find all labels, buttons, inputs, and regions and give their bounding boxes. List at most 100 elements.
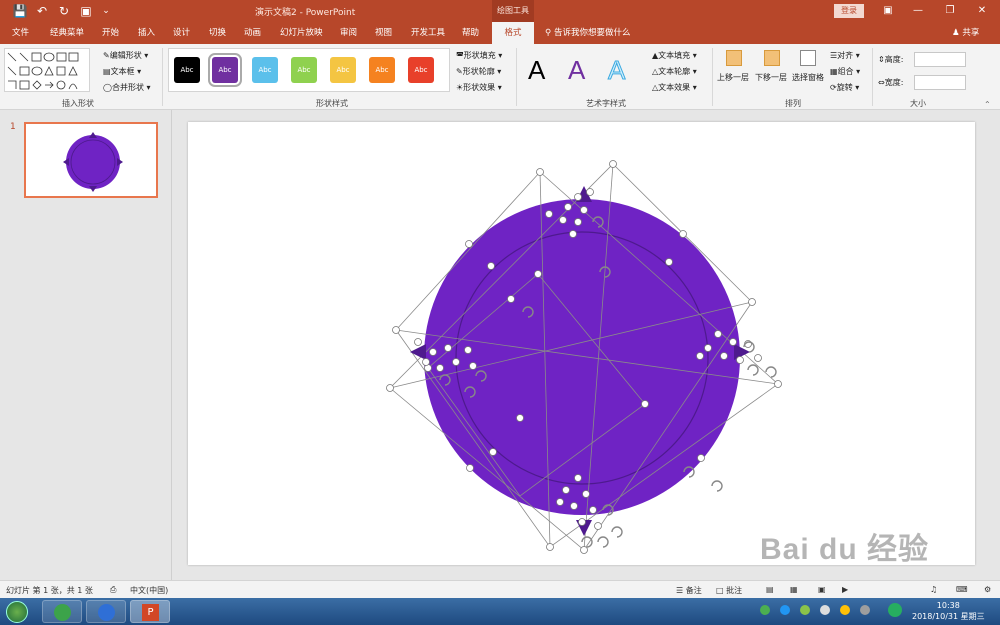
- sorter-view-icon[interactable]: ▦: [790, 585, 798, 594]
- edit-shape-button[interactable]: ✎编辑形状 ▾: [103, 50, 148, 61]
- tray-icon[interactable]: [780, 605, 790, 615]
- save-icon[interactable]: 💾: [12, 3, 28, 19]
- keyboard-icon[interactable]: ⌨: [956, 585, 968, 594]
- slideshow-view-icon[interactable]: ▶: [842, 585, 848, 594]
- shape-effects-button[interactable]: ☀形状效果 ▾: [456, 82, 502, 93]
- slide-thumbnail-pane: 1: [0, 110, 172, 580]
- slide-thumbnail[interactable]: [24, 122, 158, 198]
- drawing-tools-label: 绘图工具: [492, 0, 534, 22]
- reading-view-icon[interactable]: ▣: [818, 585, 826, 594]
- merge-shapes-icon: ◯: [103, 83, 112, 92]
- shape-style-swatch[interactable]: Abc: [291, 57, 317, 83]
- browser-icon: [54, 604, 71, 621]
- shape-style-swatch[interactable]: Abc: [174, 57, 200, 83]
- ribbon-tabs: 文件 经典菜单 开始 插入 设计 切换 动画 幻灯片放映 审阅 视图 开发工具 …: [0, 22, 1000, 44]
- share-button[interactable]: ♟ 共享: [952, 26, 979, 38]
- wordart-style-outline[interactable]: A: [607, 55, 625, 86]
- height-input[interactable]: [914, 52, 966, 67]
- search-icon: ⚲: [545, 28, 554, 38]
- text-effects-button[interactable]: △文本效果 ▾: [652, 82, 697, 93]
- shape-gallery[interactable]: [4, 48, 90, 92]
- wordart-group-label: 艺术字样式: [586, 99, 626, 108]
- tab-developer[interactable]: 开发工具: [411, 26, 445, 38]
- powerpoint-taskbar-icon[interactable]: P: [130, 600, 170, 623]
- text-fill-button[interactable]: ▲文本填充 ▾: [652, 50, 697, 61]
- divider: [516, 48, 517, 106]
- tab-help[interactable]: 帮助: [462, 26, 479, 38]
- align-label: 对齐: [837, 51, 854, 60]
- wordart-style-black[interactable]: A: [528, 55, 545, 85]
- divider: [712, 48, 713, 106]
- security-icon[interactable]: [888, 603, 902, 617]
- notification-icon[interactable]: [820, 605, 830, 615]
- status-bar: 幻灯片 第 1 张，共 1 张 ⎙ 中文(中国) ☰ 备注 □ 批注 ▤ ▦ ▣…: [0, 580, 1000, 598]
- tab-transitions[interactable]: 切换: [209, 26, 226, 38]
- tab-insert[interactable]: 插入: [138, 26, 155, 38]
- tray-icon[interactable]: [760, 605, 770, 615]
- shape-style-swatch[interactable]: Abc: [252, 57, 278, 83]
- shape-style-swatch[interactable]: Abc: [330, 57, 356, 83]
- system-clock[interactable]: 10:38 2018/10/31 星期三: [912, 600, 985, 622]
- merge-shapes-button[interactable]: ◯合并形状 ▾: [103, 82, 151, 93]
- undo-icon[interactable]: ↶: [34, 3, 50, 19]
- merge-shapes-label: 合并形状: [111, 83, 144, 92]
- slide-number: 1: [10, 122, 16, 132]
- bring-forward-button[interactable]: 上移一层: [717, 72, 749, 83]
- tab-home[interactable]: 开始: [102, 26, 119, 38]
- redo-icon[interactable]: ↻: [56, 3, 72, 19]
- tell-me-search[interactable]: ⚲ 告诉我你想要做什么: [545, 26, 630, 38]
- text-box-button[interactable]: ▤文本框 ▾: [103, 66, 141, 77]
- speaker-icon[interactable]: ♫: [930, 585, 937, 594]
- shape-style-swatch[interactable]: Abc: [408, 57, 434, 83]
- selection-pane-button[interactable]: 选择窗格: [792, 72, 824, 83]
- ribbon-display-icon[interactable]: ▣: [878, 3, 898, 19]
- shape-style-swatch[interactable]: Abc: [369, 57, 395, 83]
- browser-taskbar-icon[interactable]: [42, 600, 82, 623]
- rotate-button[interactable]: ⟳旋转 ▾: [830, 82, 859, 93]
- minimize-icon[interactable]: —: [908, 3, 928, 19]
- customize-icon[interactable]: ⌄: [98, 3, 114, 19]
- tab-animations[interactable]: 动画: [244, 26, 261, 38]
- collapse-ribbon-icon[interactable]: ⌃: [984, 100, 991, 109]
- shape-style-swatch[interactable]: Abc: [208, 53, 242, 87]
- width-input[interactable]: [914, 75, 966, 90]
- tray-icon[interactable]: [840, 605, 850, 615]
- tab-classic-menu[interactable]: 经典菜单: [50, 26, 84, 38]
- presenter-icon[interactable]: ▣: [78, 3, 94, 19]
- restore-icon[interactable]: ❐: [940, 3, 960, 19]
- shape-fill-button[interactable]: ◚形状填充 ▾: [456, 50, 502, 61]
- ribbon: ✎编辑形状 ▾ ▤文本框 ▾ ◯合并形状 ▾ 插入形状 Abc Abc Abc …: [0, 44, 1000, 110]
- shape-gallery-icons: [7, 52, 79, 90]
- tab-slideshow[interactable]: 幻灯片放映: [280, 26, 323, 38]
- wordart-style-purple[interactable]: A: [568, 55, 585, 85]
- start-button[interactable]: [6, 601, 28, 623]
- spellcheck-icon[interactable]: ⎙: [110, 585, 116, 595]
- group-button[interactable]: ▦组合 ▾: [830, 66, 860, 77]
- slide-canvas[interactable]: [188, 122, 975, 565]
- text-box-label: 文本框: [110, 67, 135, 76]
- settings-icon[interactable]: ⚙: [984, 585, 991, 594]
- selection-pane-icon: [800, 50, 816, 66]
- tab-design[interactable]: 设计: [173, 26, 190, 38]
- powerpoint-window: 💾 ↶ ↻ ▣ ⌄ 演示文稿2 - PowerPoint 绘图工具 登录 ▣ —…: [0, 0, 1000, 625]
- language-indicator[interactable]: 中文(中国): [130, 585, 168, 596]
- align-button[interactable]: ☰对齐 ▾: [830, 50, 860, 61]
- normal-view-icon[interactable]: ▤: [766, 585, 774, 594]
- send-backward-button[interactable]: 下移一层: [755, 72, 787, 83]
- tray-icon[interactable]: [800, 605, 810, 615]
- login-button[interactable]: 登录: [834, 4, 864, 18]
- share-label: 共享: [962, 28, 980, 38]
- tab-format[interactable]: 格式: [492, 22, 534, 44]
- close-icon[interactable]: ✕: [972, 3, 992, 19]
- tab-file[interactable]: 文件: [12, 26, 29, 38]
- shape-outline-button[interactable]: ✎形状轮廓 ▾: [456, 66, 501, 77]
- height-label: ⇕高度:: [878, 54, 903, 65]
- text-outline-button[interactable]: △文本轮廓 ▾: [652, 66, 697, 77]
- comments-button[interactable]: □ 批注: [716, 585, 742, 596]
- baidu-taskbar-icon[interactable]: [86, 600, 126, 623]
- slide-drawing: [386, 160, 782, 554]
- tab-review[interactable]: 审阅: [340, 26, 357, 38]
- notes-button[interactable]: ☰ 备注: [676, 585, 702, 596]
- network-icon[interactable]: [860, 605, 870, 615]
- tab-view[interactable]: 视图: [375, 26, 392, 38]
